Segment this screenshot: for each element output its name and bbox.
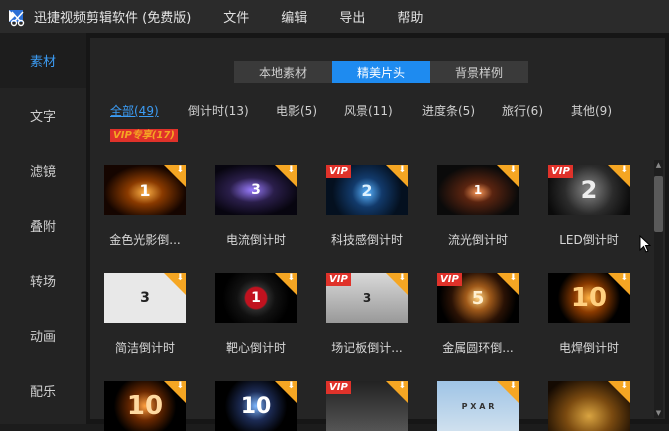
template-thumbnail[interactable]: 3 ⬇ xyxy=(215,165,297,215)
template-thumbnail[interactable]: 1 ⬇ xyxy=(437,165,519,215)
sidebar-item-4[interactable]: 转场 xyxy=(0,253,86,308)
download-icon[interactable]: ⬇ xyxy=(287,382,295,391)
template-label: 科技感倒计时 xyxy=(330,233,403,247)
scrollbar[interactable]: ▲ ▼ xyxy=(654,160,663,418)
download-icon[interactable]: ⬇ xyxy=(287,166,295,175)
vip-badge: VIP xyxy=(437,273,462,286)
download-icon[interactable]: ⬇ xyxy=(509,166,517,175)
sidebar: 素材 文字 滤镜 叠附 转场 动画 配乐 xyxy=(0,33,86,424)
menu-export[interactable]: 导出 xyxy=(339,7,365,26)
sidebar-item-3[interactable]: 叠附 xyxy=(0,198,86,253)
download-icon[interactable]: ⬇ xyxy=(176,274,184,283)
download-icon[interactable]: ⬇ xyxy=(287,274,295,283)
sidebar-item-6[interactable]: 配乐 xyxy=(0,363,86,418)
download-icon[interactable]: ⬇ xyxy=(398,166,406,175)
vip-badge: VIP xyxy=(326,381,351,394)
sidebar-item-0[interactable]: 素材 xyxy=(0,33,86,88)
download-icon[interactable]: ⬇ xyxy=(176,166,184,175)
content-area: 本地素材 精美片头 背景样例 全部(49) 倒计时(13) 电影(5) 风景(11) 进度条… xyxy=(90,38,665,431)
vip-badge: VIP xyxy=(548,165,573,178)
tab-bar: 本地素材 精美片头 背景样例 xyxy=(234,61,528,83)
download-icon[interactable]: ⬇ xyxy=(398,274,406,283)
category-3[interactable]: 风景(11) xyxy=(344,102,393,119)
template-label: 金属圆环倒... xyxy=(442,341,514,355)
download-icon[interactable]: ⬇ xyxy=(509,274,517,283)
download-icon[interactable]: ⬇ xyxy=(620,166,628,175)
app-title: 迅捷视频剪辑软件 (免费版) xyxy=(34,11,192,26)
tab-0[interactable]: 本地素材 xyxy=(234,61,332,83)
download-icon[interactable]: ⬇ xyxy=(176,382,184,391)
scroll-thumb[interactable] xyxy=(654,176,663,232)
tab-2[interactable]: 背景样例 xyxy=(430,61,528,83)
template-thumbnail[interactable]: 5 VIP ⬇ xyxy=(437,273,519,323)
template-label: LED倒计时 xyxy=(559,233,619,247)
template-thumbnail[interactable]: 2 VIP ⬇ xyxy=(548,165,630,215)
template-label: 靶心倒计时 xyxy=(225,341,286,355)
template-label: 简洁倒计时 xyxy=(114,341,175,355)
template-label: 流光倒计时 xyxy=(447,233,508,247)
download-icon[interactable]: ⬇ xyxy=(620,382,628,391)
menu-edit[interactable]: 编辑 xyxy=(281,7,307,26)
tab-1[interactable]: 精美片头 xyxy=(332,61,430,83)
download-icon[interactable]: ⬇ xyxy=(398,382,406,391)
template-thumbnail[interactable]: 3 ⬇ xyxy=(104,273,186,323)
menu-file[interactable]: 文件 xyxy=(223,7,249,26)
mouse-cursor-icon xyxy=(639,235,651,253)
scroll-up-arrow-icon[interactable]: ▲ xyxy=(654,160,663,170)
vip-badge: VIP xyxy=(326,273,351,286)
menu-bar: 文件 编辑 导出 帮助 xyxy=(223,7,455,26)
template-label: 金色光影倒... xyxy=(109,233,181,247)
main-panel: 本地素材 精美片头 背景样例 全部(49) 倒计时(13) 电影(5) 风景(11) 进度条… xyxy=(86,33,669,431)
category-4[interactable]: 进度条(5) xyxy=(422,102,475,119)
template-label: 场记板倒计... xyxy=(331,341,403,355)
template-thumbnail[interactable]: 1 ⬇ xyxy=(104,165,186,215)
download-icon[interactable]: ⬇ xyxy=(509,382,517,391)
download-icon[interactable]: ⬇ xyxy=(620,274,628,283)
category-6[interactable]: 其他(9) xyxy=(571,102,612,119)
template-thumbnail[interactable]: 1 ⬇ xyxy=(215,273,297,323)
sidebar-item-5[interactable]: 动画 xyxy=(0,308,86,363)
scroll-down-arrow-icon[interactable]: ▼ xyxy=(654,408,663,418)
template-thumbnail[interactable]: 2 VIP ⬇ xyxy=(326,165,408,215)
sidebar-item-2[interactable]: 滤镜 xyxy=(0,143,86,198)
template-label: 电流倒计时 xyxy=(225,233,286,247)
category-1[interactable]: 倒计时(13) xyxy=(188,102,249,119)
menu-help[interactable]: 帮助 xyxy=(397,7,423,26)
template-label: 电焊倒计时 xyxy=(558,341,619,355)
category-5[interactable]: 旅行(6) xyxy=(502,102,543,119)
category-7[interactable]: VIP专享(17) xyxy=(110,129,178,142)
title-bar: 迅捷视频剪辑软件 (免费版) 文件 编辑 导出 帮助 xyxy=(0,0,669,33)
template-thumbnail[interactable]: 10 ⬇ xyxy=(548,273,630,323)
app-logo-icon xyxy=(6,6,28,28)
category-0[interactable]: 全部(49) xyxy=(110,102,159,119)
sidebar-item-1[interactable]: 文字 xyxy=(0,88,86,143)
vip-badge: VIP xyxy=(326,165,351,178)
template-thumbnail[interactable]: 3 VIP ⬇ xyxy=(326,273,408,323)
category-2[interactable]: 电影(5) xyxy=(276,102,317,119)
